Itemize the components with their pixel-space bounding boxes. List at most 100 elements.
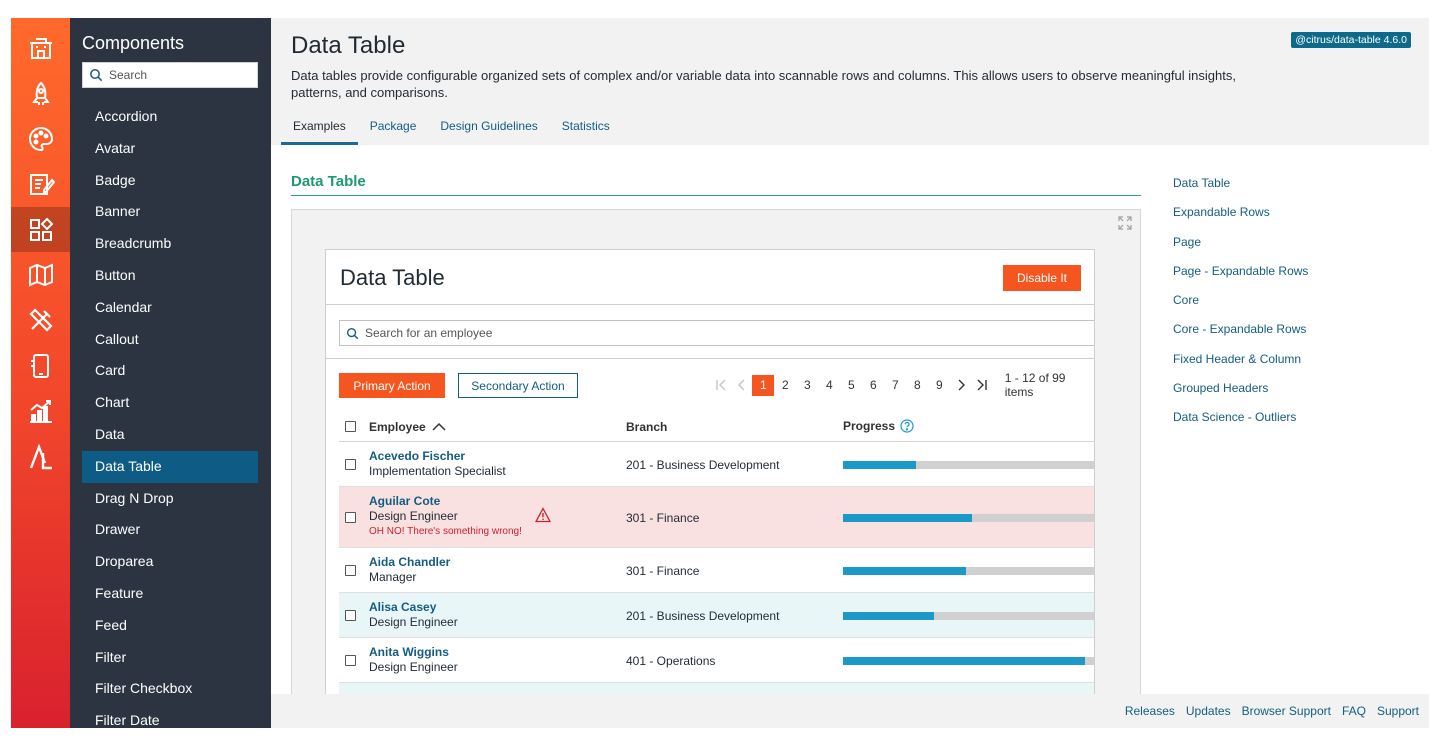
footer-link-browser-support[interactable]: Browser Support: [1242, 704, 1331, 718]
help-icon[interactable]: [900, 419, 914, 433]
toc-link-data-science-outliers[interactable]: Data Science - Outliers: [1173, 410, 1308, 439]
employee-name-link[interactable]: Anita Wiggins: [369, 645, 458, 659]
map-icon[interactable]: [11, 252, 70, 297]
sidebar-item-feed[interactable]: Feed: [82, 610, 258, 642]
footer-link-updates[interactable]: Updates: [1186, 704, 1231, 718]
sidebar-item-button[interactable]: Button: [82, 260, 258, 292]
row-checkbox[interactable]: [345, 511, 356, 523]
page-number-3[interactable]: 3: [796, 375, 818, 396]
sidebar-item-droparea[interactable]: Droparea: [82, 546, 258, 578]
palette-icon[interactable]: [11, 116, 70, 161]
row-checkbox[interactable]: [345, 654, 356, 666]
sidebar-item-data[interactable]: Data: [82, 419, 258, 451]
tab-statistics[interactable]: Statistics: [550, 111, 622, 145]
secondary-action-button[interactable]: Secondary Action: [458, 373, 578, 398]
rocket-icon[interactable]: [11, 71, 70, 116]
mobile-icon[interactable]: [11, 343, 70, 388]
sidebar-item-breadcrumb[interactable]: Breadcrumb: [82, 228, 258, 260]
disable-it-button[interactable]: Disable It: [1003, 265, 1081, 291]
tab-examples[interactable]: Examples: [281, 111, 358, 145]
sidebar-item-drawer[interactable]: Drawer: [82, 514, 258, 546]
row-checkbox[interactable]: [345, 458, 356, 470]
employee-name-link[interactable]: Aguilar Cote: [369, 494, 522, 508]
sidebar-item-accordion[interactable]: Accordion: [82, 101, 258, 133]
sidebar-item-badge[interactable]: Badge: [82, 165, 258, 197]
building-icon[interactable]: [11, 25, 70, 70]
employee-name-link[interactable]: Alisa Casey: [369, 600, 458, 614]
citrus-logo-icon[interactable]: [11, 434, 70, 479]
primary-action-button[interactable]: Primary Action: [339, 373, 445, 398]
footer-link-faq[interactable]: FAQ: [1342, 704, 1366, 718]
select-all-checkbox[interactable]: [345, 421, 356, 432]
sidebar-item-calendar[interactable]: Calendar: [82, 292, 258, 324]
prev-page-icon[interactable]: [731, 374, 752, 396]
page-number-4[interactable]: 4: [818, 375, 840, 396]
sidebar-search-box[interactable]: [82, 62, 258, 88]
employee-column-header[interactable]: Employee: [369, 420, 446, 434]
toc-link-grouped-headers[interactable]: Grouped Headers: [1173, 381, 1308, 410]
employee-cell: Acevedo Fischer Implementation Specialist: [369, 449, 506, 478]
table-row[interactable]: Anita Wiggins Design Engineer 401 - Operat…: [339, 638, 1094, 683]
sidebar-item-filter-checkbox[interactable]: Filter Checkbox: [82, 673, 258, 705]
page-number-7[interactable]: 7: [884, 375, 906, 396]
toc-link-data-table[interactable]: Data Table: [1173, 176, 1308, 205]
row-checkbox[interactable]: [345, 564, 356, 576]
sidebar-item-chart[interactable]: Chart: [82, 387, 258, 419]
page-number-2[interactable]: 2: [774, 375, 796, 396]
page-number-9[interactable]: 9: [928, 375, 950, 396]
progress-bar: [843, 611, 1094, 620]
sidebar-item-card[interactable]: Card: [82, 355, 258, 387]
footer-link-support[interactable]: Support: [1377, 704, 1419, 718]
employee-name-link[interactable]: Aida Chandler: [369, 555, 450, 569]
employee-search-box[interactable]: [339, 320, 1094, 346]
tab-design-guidelines[interactable]: Design Guidelines: [428, 111, 549, 145]
table-row[interactable]: Aguilar Cote Design Engineer OH NO! There'…: [339, 487, 1094, 548]
sidebar-item-filter-date[interactable]: Filter Date: [82, 705, 258, 728]
page-number-8[interactable]: 8: [906, 375, 928, 396]
sort-ascending-icon[interactable]: [432, 422, 446, 432]
footer-link-releases[interactable]: Releases: [1125, 704, 1175, 718]
next-page-icon[interactable]: [950, 374, 971, 396]
row-checkbox[interactable]: [345, 609, 356, 621]
data-table: Employee Branch Progress Acevedo Fischer…: [339, 411, 1094, 728]
sidebar-item-banner[interactable]: Banner: [82, 196, 258, 228]
page-number-1[interactable]: 1: [752, 374, 775, 396]
toc-link-core-expandable-rows[interactable]: Core - Expandable Rows: [1173, 322, 1308, 351]
toc-link-page-expandable-rows[interactable]: Page - Expandable Rows: [1173, 264, 1308, 293]
first-page-icon[interactable]: [710, 374, 731, 396]
progress-bar-fill: [843, 656, 1085, 665]
page-number-5[interactable]: 5: [840, 375, 862, 396]
tab-package[interactable]: Package: [358, 111, 429, 145]
components-grid-icon[interactable]: [11, 207, 70, 252]
branch-cell: 301 - Finance: [626, 510, 700, 525]
toc-link-fixed-header-column[interactable]: Fixed Header & Column: [1173, 352, 1308, 381]
table-row[interactable]: Alisa Casey Design Engineer 201 - Business…: [339, 593, 1094, 638]
progress-bar: [843, 513, 1094, 522]
expand-icon[interactable]: [1118, 216, 1132, 230]
sidebar-item-data-table[interactable]: Data Table: [82, 450, 258, 483]
sidebar-item-avatar[interactable]: Avatar: [82, 133, 258, 165]
toc-link-expandable-rows[interactable]: Expandable Rows: [1173, 205, 1308, 234]
progress-column-header[interactable]: Progress: [843, 419, 914, 433]
toc-link-core[interactable]: Core: [1173, 293, 1308, 322]
sidebar-search-input[interactable]: [109, 68, 249, 82]
page-title: Data Table: [291, 32, 406, 59]
page-header: Data Table @citrus/data-table 4.6.0 Data…: [271, 18, 1429, 145]
sidebar-item-callout[interactable]: Callout: [82, 324, 258, 356]
branch-column-header[interactable]: Branch: [626, 420, 667, 434]
notepad-icon[interactable]: [11, 161, 70, 206]
table-row[interactable]: Aida Chandler Manager 301 - Finance: [339, 548, 1094, 593]
sidebar-item-drag-n-drop[interactable]: Drag N Drop: [82, 483, 258, 515]
table-row[interactable]: Acevedo Fischer Implementation Specialist…: [339, 442, 1094, 487]
tools-icon[interactable]: [11, 297, 70, 342]
last-page-icon[interactable]: [972, 374, 993, 396]
chart-growth-icon[interactable]: [11, 388, 70, 433]
employee-search-input[interactable]: [365, 326, 1065, 340]
toc-link-page[interactable]: Page: [1173, 235, 1308, 264]
employee-role: Design Engineer: [369, 509, 458, 523]
employee-name-link[interactable]: Acevedo Fischer: [369, 449, 506, 463]
sidebar-item-filter[interactable]: Filter: [82, 642, 258, 674]
search-icon: [90, 69, 103, 82]
sidebar-item-feature[interactable]: Feature: [82, 578, 258, 610]
page-number-6[interactable]: 6: [862, 375, 884, 396]
